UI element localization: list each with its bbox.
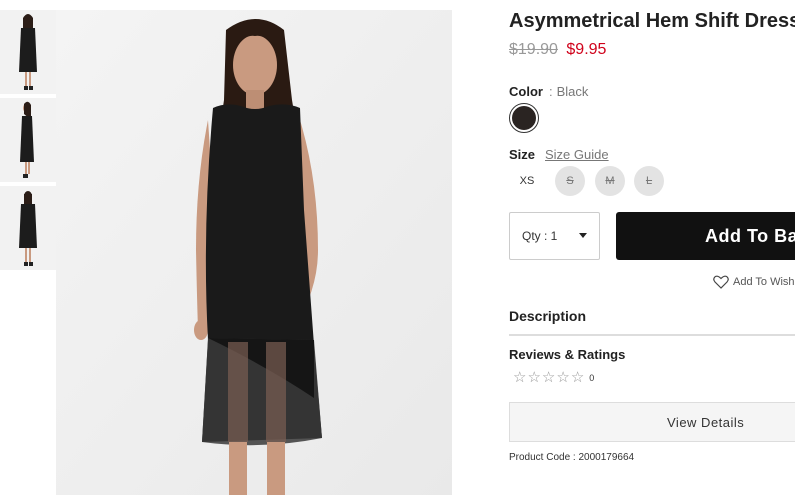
product-title: Asymmetrical Hem Shift Dress [509,10,795,32]
size-label: Size [509,147,536,162]
size-option-xs[interactable]: XS [512,166,542,196]
quantity-select[interactable]: Qty : 1 [509,212,600,260]
size-option-l[interactable]: L [634,166,664,196]
reviews-section-header: Reviews & Ratings [509,347,626,362]
thumbnail-side[interactable] [0,98,56,182]
color-value: Black [556,84,589,99]
star-empty-icon: ☆ [541,369,556,386]
star-empty-icon: ☆ [527,369,541,386]
main-product-image[interactable] [56,10,452,495]
size-option-s[interactable]: S [555,166,585,196]
original-price: $19.90 [509,41,558,58]
add-to-bag-label: Add To Ba [705,225,795,246]
add-to-bag-button[interactable]: Add To Ba [616,212,795,260]
view-details-label: View Details [667,414,745,430]
star-empty-icon: ☆ [570,369,585,386]
thumbnail-back-image [0,186,56,270]
color-separator: : [548,84,553,99]
size-guide-link[interactable]: Size Guide [545,147,609,162]
rating-stars: ☆ ☆ ☆ ☆ ☆ 0 [513,370,594,385]
color-label: Color [509,84,543,99]
heart-outline-icon [713,275,729,289]
size-option-m[interactable]: M [595,166,625,196]
caret-down-icon [579,233,587,238]
sale-price: $9.95 [566,41,607,58]
thumbnail-side-image [0,98,56,182]
model-photo [56,10,452,495]
price-row: $19.90 $9.95 [509,41,606,59]
description-section-header[interactable]: Description [509,308,586,324]
wishlist-label: Add To Wishl [733,276,795,288]
thumbnail-front[interactable] [0,10,56,94]
thumbnail-back[interactable] [0,186,56,270]
thumbnail-front-image [0,10,56,94]
star-empty-icon: ☆ [556,369,570,386]
quantity-label: Qty : 1 [522,229,558,243]
section-divider [509,334,795,336]
color-label-row: Color: Black [509,84,588,99]
color-swatch-fill [512,106,536,130]
color-swatch-black[interactable] [509,103,539,133]
rating-count: 0 [589,372,595,383]
add-to-wishlist-link[interactable]: Add To Wishl [713,275,795,289]
view-details-button[interactable]: View Details [509,402,795,442]
thumbnail-gallery [0,10,56,274]
star-empty-icon: ☆ [513,369,527,386]
product-code: Product Code : 2000179664 [509,452,635,463]
